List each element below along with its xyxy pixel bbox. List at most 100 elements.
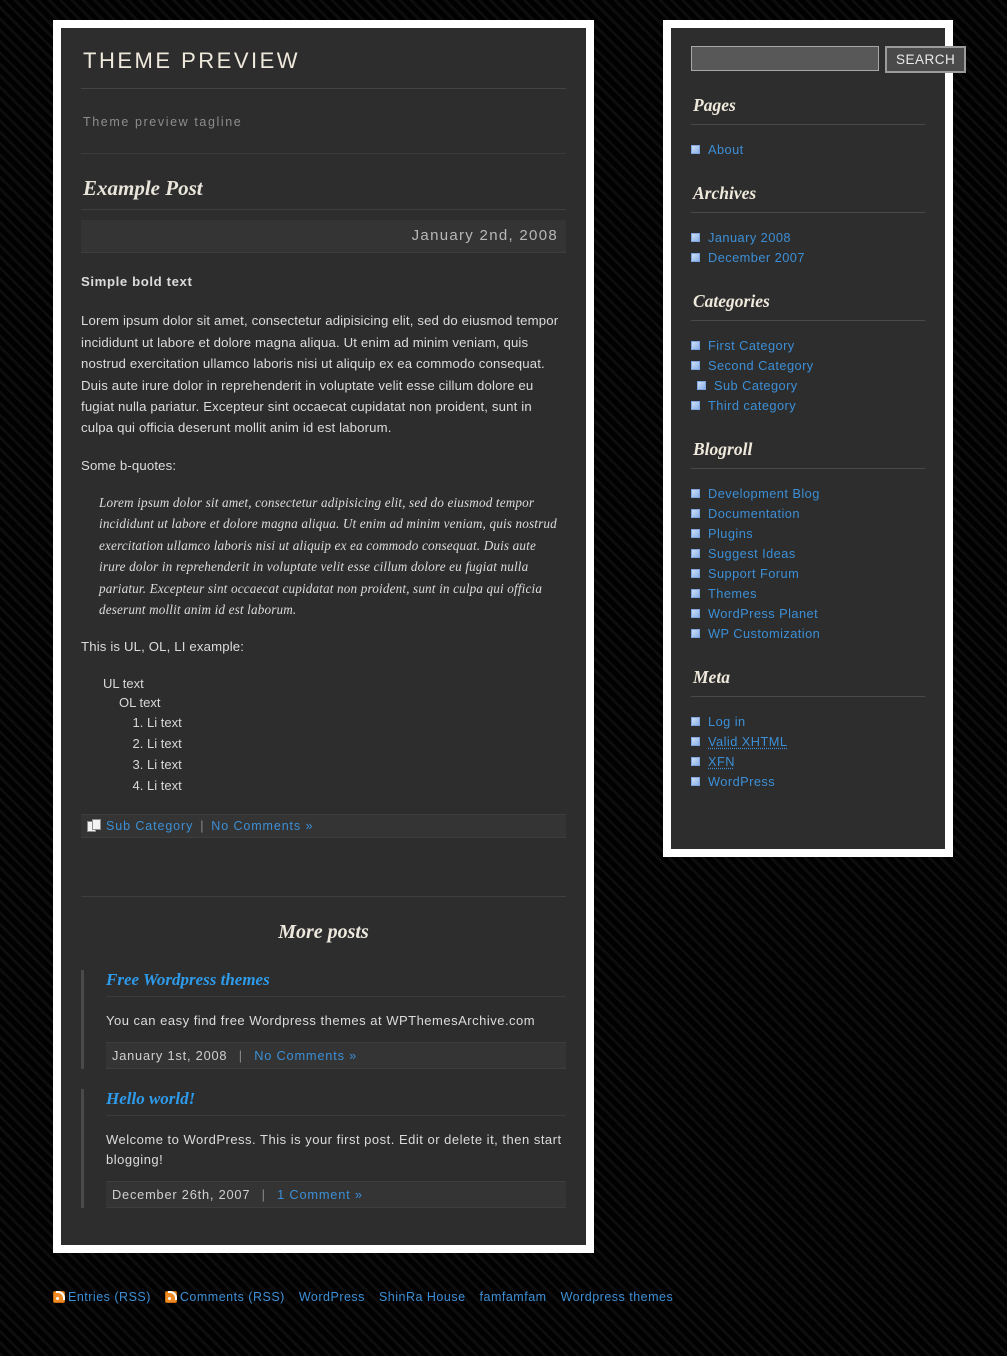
mini-post-date: December 26th, 2007 (112, 1187, 251, 1203)
sidebar-link[interactable]: December 2007 (708, 250, 805, 265)
search-input[interactable] (691, 46, 879, 71)
footer: Entries (RSS) Comments (RSS) WordPress Shin… (53, 1288, 753, 1307)
search-form: SEARCH (691, 46, 967, 73)
list-item: First Category (691, 335, 925, 355)
bullet-square-icon (691, 736, 700, 746)
footer-link-item: ShinRa House (379, 1288, 470, 1307)
post-spacer (81, 838, 566, 896)
page-title: THEME PREVIEW (81, 48, 566, 89)
list-item: Support Forum (691, 563, 925, 583)
list-item: Li text (147, 733, 566, 754)
list-item: Sub Category (691, 375, 925, 395)
list-item: Free Wordpress themes You can easy find … (81, 969, 566, 1070)
footer-link[interactable]: Entries (RSS) (68, 1290, 151, 1304)
sidebar-panel: SEARCH Pages About Archives January 2008 Dec… (671, 28, 967, 849)
rss-feed-icon (164, 1291, 177, 1303)
meta-separator: | (238, 1048, 243, 1064)
footer-link[interactable]: Comments (RSS) (180, 1290, 285, 1304)
post-category-link[interactable]: Sub Category (106, 819, 193, 833)
sidebar-link[interactable]: Second Category (708, 358, 814, 373)
mini-post-title-link[interactable]: Free Wordpress themes (106, 970, 270, 989)
sidebar-list-pages: About (691, 125, 925, 183)
mini-post-meta: December 26th, 2007 | 1 Comment » (106, 1181, 566, 1209)
meta-separator: | (261, 1187, 266, 1203)
bullet-square-icon (691, 568, 700, 578)
bullet-square-icon (691, 756, 700, 766)
sidebar-link[interactable]: XFN (708, 754, 735, 769)
sidebar-heading-categories: Categories (691, 291, 925, 321)
sidebar-link[interactable]: Sub Category (714, 378, 798, 393)
sidebar-link[interactable]: About (708, 142, 744, 157)
list-item: Second Category (691, 355, 925, 375)
bullet-square-icon (691, 508, 700, 518)
content-panel: THEME PREVIEW Theme preview tagline Exam… (61, 28, 586, 1245)
mini-post-date: January 1st, 2008 (112, 1048, 228, 1064)
list-item: WP Customization (691, 623, 925, 643)
bullet-square-icon (691, 340, 700, 350)
sidebar-link[interactable]: Suggest Ideas (708, 546, 796, 561)
post-bold-line: Simple bold text (81, 274, 193, 289)
sidebar-link[interactable]: Log in (708, 714, 746, 729)
bullet-square-icon (691, 608, 700, 618)
more-posts-heading: More posts (278, 920, 369, 943)
sidebar-link[interactable]: First Category (708, 338, 795, 353)
mini-post-title: Hello world! (106, 1089, 566, 1117)
site-tagline: Theme preview tagline (81, 101, 566, 154)
footer-link[interactable]: WordPress (299, 1290, 365, 1304)
post-date: January 2nd, 2008 (81, 220, 566, 253)
mini-post-title-link[interactable]: Hello world! (106, 1089, 195, 1108)
sidebar-list-categories: First Category Second Category Sub Categor… (691, 321, 925, 439)
post-body: Simple bold text Lorem ipsum dolor sit a… (81, 271, 566, 796)
mini-post-comments-link[interactable]: No Comments » (254, 1048, 357, 1063)
footer-link[interactable]: famfamfam (480, 1290, 547, 1304)
list-item: December 2007 (691, 247, 925, 267)
post-meta: Sub Category | No Comments » (81, 813, 566, 838)
sidebar-frame: SEARCH Pages About Archives January 2008 Dec… (663, 20, 967, 857)
list-item: Suggest Ideas (691, 543, 925, 563)
sidebar-link[interactable]: Documentation (708, 506, 800, 521)
sidebar-sections: Pages About Archives January 2008 December 2… (691, 95, 925, 815)
list-item: Themes (691, 583, 925, 603)
mini-post-comments-link[interactable]: 1 Comment » (277, 1187, 363, 1202)
sidebar-link[interactable]: Plugins (708, 526, 753, 541)
footer-link[interactable]: Wordpress themes (561, 1290, 674, 1304)
sidebar-link[interactable]: January 2008 (708, 230, 791, 245)
blockquote-intro: Some b-quotes: (81, 457, 177, 473)
sidebar-link[interactable]: WP Customization (708, 626, 820, 641)
list-intro: This is UL, OL, LI example: (81, 639, 245, 655)
rss-feed-icon (53, 1291, 65, 1303)
bullet-square-icon (691, 776, 700, 786)
sidebar-link[interactable]: WordPress (708, 774, 775, 789)
list-item: Third category (691, 395, 925, 415)
bullet-square-icon (691, 232, 700, 242)
list-item: Documentation (691, 503, 925, 523)
sidebar-link[interactable]: WordPress Planet (708, 606, 818, 621)
sidebar-link[interactable]: Support Forum (708, 566, 799, 581)
footer-link-item: Comments (RSS) (164, 1288, 289, 1307)
bullet-square-icon (691, 716, 700, 726)
footer-link[interactable]: ShinRa House (379, 1290, 466, 1304)
bullet-square-icon (691, 144, 700, 154)
list-item: WordPress Planet (691, 603, 925, 623)
footer-link-item: famfamfam (480, 1288, 551, 1307)
list-item: Li text (147, 775, 566, 796)
search-button[interactable]: SEARCH (885, 46, 967, 73)
pages-icon (87, 819, 101, 833)
sidebar-link[interactable]: Third category (708, 398, 796, 413)
sidebar-link[interactable]: Valid XHTML (708, 734, 787, 749)
sidebar-heading-pages: Pages (691, 95, 925, 125)
footer-link-item: WordPress (299, 1288, 369, 1307)
list-item: About (691, 139, 925, 159)
list-item: OL text (119, 694, 161, 710)
bullet-square-icon (691, 488, 700, 498)
sidebar-list-meta: Log in Valid XHTML XFN WordPress (691, 697, 925, 815)
mini-post-excerpt: Welcome to WordPress. This is your first… (106, 1132, 562, 1167)
post-comments-link[interactable]: No Comments » (211, 819, 313, 833)
list-item: Plugins (691, 523, 925, 543)
sidebar-link[interactable]: Development Blog (708, 486, 820, 501)
list-item: WordPress (691, 771, 925, 791)
bullet-square-icon (691, 548, 700, 558)
sidebar-link[interactable]: Themes (708, 586, 757, 601)
list-item: Hello world! Welcome to WordPress. This … (81, 1089, 566, 1209)
bullet-square-icon (691, 588, 700, 598)
